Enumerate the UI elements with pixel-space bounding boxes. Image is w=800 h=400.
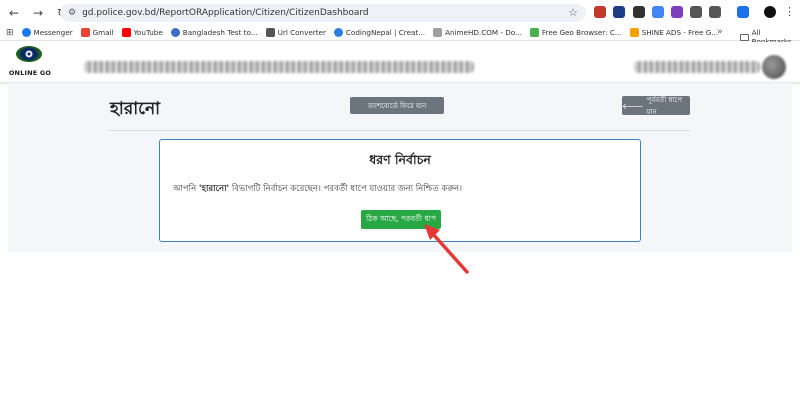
card-title: ধরণ নির্বাচন [369,152,431,167]
selected-type: 'হারানো' [198,184,230,194]
ext-icon-3[interactable] [633,6,645,18]
bookmark-label: Bangladesh Test to... [182,28,258,37]
logo-text: ONLINE GO [8,69,52,77]
message-suffix: বিভাগটি নির্বাচন করেছেন। পরবর্তী ধাপে যা… [229,184,463,194]
bookmark-label: Free Geo Browser: C... [541,28,622,37]
type-selection-card: ধরণ নির্বাচন আপনি 'হারানো' বিভাগটি নির্ব… [159,139,641,242]
bookmark-star-icon[interactable]: ☆ [568,6,578,19]
back-to-dashboard-button[interactable]: ড্যাশবোর্ডে ফিরে যান [350,97,444,114]
messenger-icon [21,28,31,37]
site-info-icon[interactable]: ⚙ [68,8,76,18]
site-logo[interactable]: ONLINE GO [8,44,52,80]
apps-grid-icon[interactable]: ⊞ [6,28,14,38]
url-text[interactable]: gd.police.gov.bd/ReportORApplication/Cit… [82,8,369,18]
bookmark-item[interactable]: YouTube [121,28,163,37]
previous-step-button[interactable]: 🡐 পূর্ববর্তী ধাপে যান [622,95,690,116]
globe-icon [170,28,180,37]
profile-icon[interactable] [764,6,776,18]
bookmarks-bar: ⊞ Messenger Gmail YouTube Bangladesh Test t… [0,25,800,46]
url-converter-icon [265,28,275,37]
ext-icon-4[interactable] [652,6,664,18]
card-message: আপনি 'হারানো' বিভাগটি নির্বাচন করেছেন। প… [173,182,462,196]
ext-icon-1[interactable] [594,6,606,18]
divider [108,130,690,131]
more-bookmarks-chevron-icon[interactable]: » [717,27,723,37]
police-emblem-icon [16,46,42,62]
bookmark-item[interactable]: AnimeHD.COM - Do... [433,28,522,37]
bookmark-item[interactable]: Url Converter [265,28,326,37]
bookmark-item[interactable]: Bangladesh Test to... [170,28,258,37]
geo-browser-icon [529,28,539,37]
back-arrow-icon[interactable]: ← [6,5,22,21]
redacted-user-name [634,61,760,73]
codingnepal-icon [333,28,343,37]
bookmark-label: CodingNepal | Creat... [345,28,426,37]
bookmark-label: AnimeHD.COM - Do... [445,28,522,37]
avatar[interactable] [762,55,786,79]
main-content: হারানো ড্যাশবোর্ডে ফিরে যান 🡐 পূর্ববর্তী… [8,83,792,252]
youtube-icon [121,28,131,37]
shine-ads-icon [629,28,639,37]
address-bar[interactable]: ⚙ gd.police.gov.bd/ReportORApplication/C… [60,4,586,22]
bookmark-item[interactable]: Free Geo Browser: C... [529,28,622,37]
bookmark-item[interactable]: CodingNepal | Creat... [333,28,426,37]
site-header: ONLINE GO [0,42,800,82]
bookmark-label: Messenger [33,28,73,37]
bookmark-label: YouTube [133,28,163,37]
confirm-next-step-button[interactable]: ঠিক আছে, পরবর্তী ধাপ [361,210,441,229]
browser-toolbar: ← → ↻ ⚙ gd.police.gov.bd/ReportORApplica… [0,0,800,25]
bookmark-list: Messenger Gmail YouTube Bangladesh Test to.… [14,28,719,37]
previous-step-label: পূর্ববর্তী ধাপে যান [646,95,682,116]
left-arrow-icon: 🡐 [622,101,644,111]
ext-icon-6[interactable] [690,6,702,18]
bookmark-item[interactable]: Messenger [21,28,73,37]
folder-icon [740,33,749,41]
ext-icon-2[interactable] [613,6,625,18]
message-prefix: আপনি [173,184,199,194]
menu-kebab-icon[interactable]: ⋮ [784,5,795,18]
ext-icon-5[interactable] [671,6,683,18]
bookmark-label: SHINE ADS - Free G... [641,28,719,37]
ext-icon-8[interactable] [737,6,749,18]
bookmark-label: Gmail [92,28,114,37]
bookmark-label: Url Converter [277,28,326,37]
redacted-site-name [84,61,474,73]
bookmark-item[interactable]: Gmail [80,28,114,37]
bookmark-item[interactable]: SHINE ADS - Free G... [629,28,719,37]
page-title: হারানো [110,99,161,119]
ext-icon-7[interactable] [709,6,721,18]
forward-arrow-icon[interactable]: → [30,5,46,21]
gmail-icon [80,28,90,37]
page-icon [433,28,443,37]
